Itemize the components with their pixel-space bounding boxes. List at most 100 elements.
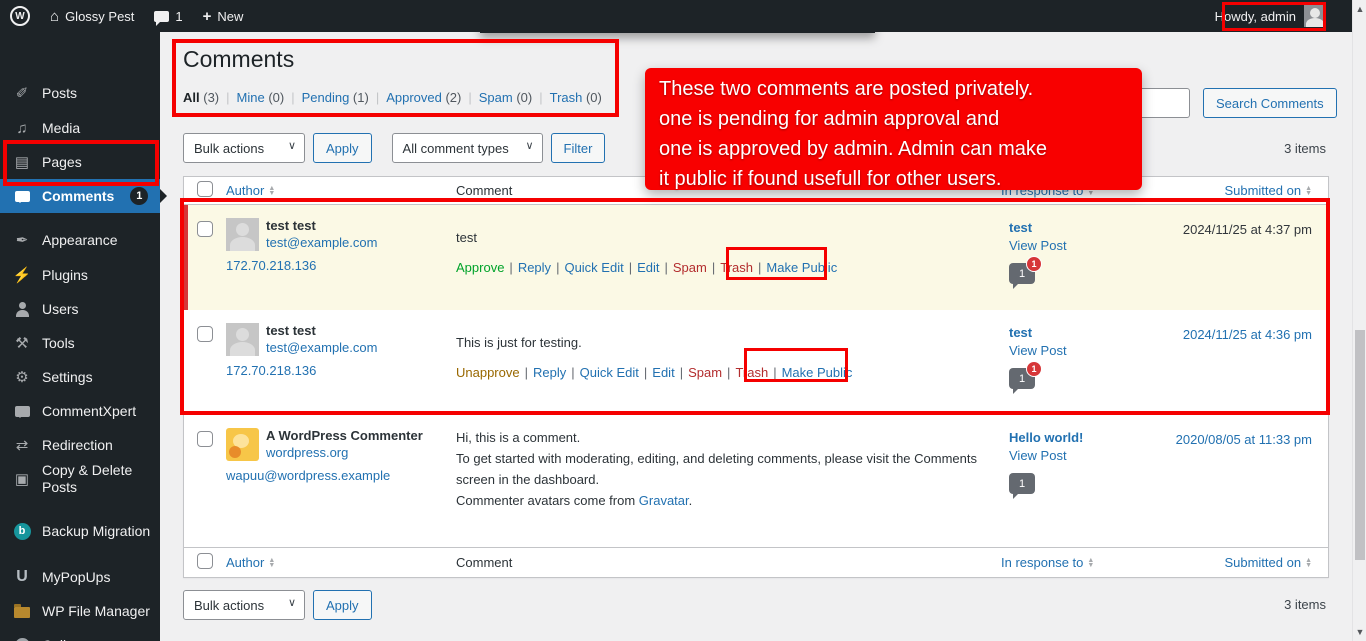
howdy-admin[interactable]: Howdy, admin bbox=[1215, 9, 1296, 24]
sidebar-item-label: Appearance bbox=[42, 231, 118, 248]
select-all-checkbox[interactable] bbox=[197, 181, 213, 197]
sidebar-item-plugins[interactable]: ⚡ Plugins bbox=[0, 258, 160, 292]
footer-header-submitted-on[interactable]: Submitted on bbox=[1156, 555, 1330, 570]
sidebar-item-redirection[interactable]: ⇄ Redirection bbox=[0, 428, 160, 462]
sidebar-item-collapse-menu[interactable]: ◂ Collapse menu bbox=[0, 628, 160, 641]
sidebar-item-tools[interactable]: ⚒ Tools bbox=[0, 326, 160, 360]
sidebar-item-media[interactable]: ♫ Media bbox=[0, 111, 160, 145]
comment-action-edit[interactable]: Edit bbox=[637, 260, 659, 275]
scroll-down-icon[interactable]: ▼ bbox=[1353, 625, 1366, 639]
sidebar-item-settings[interactable]: ⚙ Settings bbox=[0, 360, 160, 394]
sidebar-item-comments[interactable]: Comments 1 bbox=[0, 179, 160, 213]
select-all-checkbox[interactable] bbox=[197, 553, 213, 569]
footer-header-author[interactable]: Author bbox=[226, 555, 456, 570]
comment-action-reply[interactable]: Reply bbox=[518, 260, 551, 275]
mypopups-icon: U bbox=[16, 568, 28, 585]
footer-header-comment: Comment bbox=[456, 555, 513, 570]
row-checkbox[interactable] bbox=[197, 221, 213, 237]
appearance-icon: ✒ bbox=[15, 232, 29, 249]
items-count-top: 3 items bbox=[1284, 141, 1326, 156]
filter-pending[interactable]: Pending (1) bbox=[302, 90, 369, 105]
sidebar-item-mypopups[interactable]: U MyPopUps bbox=[0, 560, 160, 594]
sidebar-item-appearance[interactable]: ✒ Appearance bbox=[0, 223, 160, 257]
comment-action-trash[interactable]: Trash bbox=[735, 365, 768, 380]
page-title: Comments bbox=[183, 46, 295, 72]
filter-mine[interactable]: Mine (0) bbox=[237, 90, 285, 105]
comment-types-select[interactable]: All comment types bbox=[391, 133, 543, 163]
reply-count-bubble[interactable]: 1 bbox=[1009, 473, 1035, 499]
sidebar-item-posts[interactable]: ✐ Posts bbox=[0, 76, 160, 110]
comment-action-spam[interactable]: Spam bbox=[673, 260, 707, 275]
in-response-post-link[interactable]: test bbox=[1009, 219, 1156, 236]
comment-author-site[interactable]: wordpress.org bbox=[266, 444, 348, 462]
comment-action-quick-edit[interactable]: Quick Edit bbox=[564, 260, 623, 275]
admin-sidebar: ✐ Posts ♫ Media ▤ Pages Comments 1 ✒ Appearance ⚡ P… bbox=[0, 32, 160, 641]
comment-action-unapprove[interactable]: Unapprove bbox=[456, 365, 520, 380]
filter-approved[interactable]: Approved (2) bbox=[386, 90, 461, 105]
comment-action-quick-edit[interactable]: Quick Edit bbox=[580, 365, 639, 380]
scrollbar-thumb[interactable] bbox=[1355, 330, 1365, 560]
view-post-link[interactable]: View Post bbox=[1009, 446, 1156, 465]
sidebar-item-wp-file-manager[interactable]: WP File Manager bbox=[0, 594, 160, 628]
comment-text-line: To get started with moderating, editing,… bbox=[456, 451, 977, 466]
sidebar-item-users[interactable]: Users bbox=[0, 292, 160, 326]
in-response-post-link[interactable]: test bbox=[1009, 324, 1156, 341]
backup-migration-icon: b bbox=[13, 522, 31, 540]
row-checkbox[interactable] bbox=[197, 326, 213, 342]
filter-spam[interactable]: Spam (0) bbox=[479, 90, 532, 105]
comment-author-email[interactable]: test@example.com bbox=[266, 234, 377, 252]
comment-action-make-public[interactable]: Make Public bbox=[782, 365, 853, 380]
sidebar-item-backup-migration[interactable]: b Backup Migration bbox=[0, 514, 160, 548]
apply-button[interactable]: Apply bbox=[313, 133, 372, 163]
comment-author-ip[interactable]: 172.70.218.136 bbox=[226, 362, 316, 380]
view-post-link[interactable]: View Post bbox=[1009, 236, 1156, 255]
comment-action-spam[interactable]: Spam bbox=[688, 365, 722, 380]
sidebar-item-label: Backup Migration bbox=[42, 522, 151, 539]
comment-action-make-public[interactable]: Make Public bbox=[766, 260, 837, 275]
filter-all[interactable]: All (3) bbox=[183, 90, 219, 105]
view-post-link[interactable]: View Post bbox=[1009, 341, 1156, 360]
site-menu[interactable]: ⌂ Glossy Pest bbox=[40, 0, 144, 32]
sidebar-item-copy-delete-posts[interactable]: ▣ Copy & Delete Posts bbox=[0, 462, 160, 496]
comment-author-email[interactable]: wapuu@wordpress.example bbox=[226, 467, 390, 485]
sidebar-item-label: Media bbox=[42, 119, 81, 136]
sidebar-item-label: Users bbox=[42, 300, 79, 317]
comment-author-email[interactable]: test@example.com bbox=[266, 339, 377, 357]
wordpress-logo-menu[interactable]: W bbox=[0, 0, 40, 32]
comment-row-actions: Unapprove | Reply | Quick Edit | Edit | Spam | Tra… bbox=[456, 365, 853, 380]
comment-bubble-icon bbox=[154, 10, 170, 26]
footer-header-in-response-to[interactable]: In response to bbox=[1001, 555, 1156, 570]
bulk-actions-select-bottom[interactable]: Bulk actions bbox=[183, 590, 305, 620]
scroll-up-icon[interactable]: ▲ bbox=[1353, 2, 1366, 16]
admin-avatar[interactable] bbox=[1304, 5, 1326, 27]
scrollbar[interactable]: ▲ ▼ bbox=[1352, 0, 1366, 641]
comment-action-trash[interactable]: Trash bbox=[720, 260, 753, 275]
adminbar-new[interactable]: + New bbox=[193, 0, 254, 32]
comment-action-reply[interactable]: Reply bbox=[533, 365, 566, 380]
home-icon: ⌂ bbox=[50, 7, 60, 25]
gravatar-link[interactable]: Gravatar bbox=[639, 493, 689, 508]
filter-trash[interactable]: Trash (0) bbox=[550, 90, 602, 105]
avatar bbox=[226, 218, 259, 251]
apply-button-bottom[interactable]: Apply bbox=[313, 590, 372, 620]
comment-action-approve[interactable]: Approve bbox=[456, 260, 504, 275]
annotation-note: These two comments are posted privately.… bbox=[645, 68, 1142, 190]
comment-author-ip[interactable]: 172.70.218.136 bbox=[226, 257, 316, 275]
header-submitted-on[interactable]: Submitted on bbox=[1156, 183, 1330, 198]
filter-button[interactable]: Filter bbox=[550, 133, 606, 163]
adminbar-comments[interactable]: 1 bbox=[144, 0, 192, 32]
sidebar-item-pages[interactable]: ▤ Pages bbox=[0, 145, 160, 179]
media-icon: ♫ bbox=[16, 119, 28, 137]
header-author[interactable]: Author bbox=[226, 183, 456, 198]
sidebar-item-commentxpert[interactable]: CommentXpert bbox=[0, 394, 160, 428]
search-comments-button[interactable]: Search Comments bbox=[1203, 88, 1337, 118]
in-response-post-link[interactable]: Hello world! bbox=[1009, 429, 1156, 446]
avatar bbox=[226, 323, 259, 356]
comment-text: test bbox=[456, 230, 477, 245]
row-checkbox[interactable] bbox=[197, 431, 213, 447]
comment-action-edit[interactable]: Edit bbox=[652, 365, 674, 380]
sidebar-item-label: Comments bbox=[42, 187, 115, 204]
comment-author-name: A WordPress Commenter bbox=[266, 428, 423, 443]
bulk-actions-select[interactable]: Bulk actions bbox=[183, 133, 305, 163]
comments-bubble-icon bbox=[14, 190, 30, 203]
